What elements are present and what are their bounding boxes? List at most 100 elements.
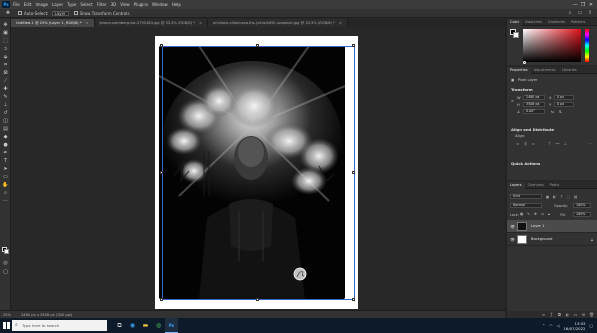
tab-adjustments[interactable]: Adjustments [531, 67, 559, 74]
filter-adjustment-icon[interactable]: ◐ [552, 194, 557, 199]
more-options-icon[interactable]: ⋯ [587, 141, 592, 146]
tab-paths[interactable]: Paths [547, 182, 563, 189]
align-left-icon[interactable]: ⫷ [515, 141, 520, 146]
width-field[interactable]: 2480 px [523, 95, 545, 100]
chrome-icon[interactable]: ◍ [152, 318, 165, 333]
tab-gradients[interactable]: Gradients [545, 19, 568, 26]
healing-brush-tool-icon[interactable]: ✚ [2, 86, 9, 92]
layer-name[interactable]: Background [531, 237, 552, 241]
align-bottom-icon[interactable]: ⊥ [563, 141, 568, 146]
close-icon[interactable]: ✕ [587, 2, 595, 8]
menu-3d[interactable]: 3D [111, 2, 117, 7]
new-layer-icon[interactable]: ⊞ [581, 312, 586, 317]
tab-channels[interactable]: Channels [525, 182, 547, 189]
filter-pixel-icon[interactable]: ▣ [545, 194, 550, 199]
tab-libraries[interactable]: Libraries [559, 67, 580, 74]
lock-image-icon[interactable]: ✎ [527, 212, 530, 216]
align-middle-icon[interactable]: ⊶ [555, 141, 560, 146]
file-explorer-icon[interactable]: ▬ [139, 318, 152, 333]
layer-kind-filter[interactable]: Kind [510, 194, 542, 199]
object-select-tool-icon[interactable]: ⬙ [2, 54, 9, 60]
auto-select-checkbox[interactable] [18, 11, 22, 15]
path-selection-tool-icon[interactable]: ➤ [2, 166, 9, 172]
opacity-field[interactable]: 100% [573, 203, 591, 208]
new-group-icon[interactable]: ▭ [573, 312, 578, 317]
fx-icon[interactable]: ƒ [549, 312, 554, 317]
lasso-tool-icon[interactable]: ↄ [2, 46, 9, 52]
history-brush-tool-icon[interactable]: ↺ [2, 110, 9, 116]
tab-color[interactable]: Color [507, 18, 523, 26]
adjustment-layer-icon[interactable]: ◐ [565, 312, 570, 317]
eyedropper-tool-icon[interactable]: ⟋ [2, 78, 9, 84]
background-color-swatch[interactable] [4, 249, 9, 254]
transform-bounding-box[interactable] [162, 46, 355, 300]
layer-row-background[interactable]: 👁︎ Background 🔒︎ [507, 233, 597, 246]
dodge-tool-icon[interactable]: ● [2, 142, 9, 148]
share-icon[interactable]: ⇪ [587, 10, 593, 16]
trash-icon[interactable]: 🗑︎ [589, 312, 594, 317]
taskbar-search[interactable]: ⌕ Type here to search [12, 320, 107, 331]
menu-filter[interactable]: Filter [97, 2, 107, 7]
transform-handle-bottom-left[interactable] [160, 298, 163, 301]
tab-properties[interactable]: Properties [507, 66, 531, 74]
menu-type[interactable]: Type [67, 2, 76, 7]
fill-field[interactable]: 100% [573, 212, 591, 217]
menu-help[interactable]: Help [172, 2, 181, 7]
network-icon[interactable]: ◠ [549, 323, 552, 328]
artboard-tool-icon[interactable]: ▣ [2, 30, 9, 36]
transform-section-title[interactable]: Transform [511, 87, 533, 92]
align-right-icon[interactable]: ⫸ [531, 141, 536, 146]
brush-tool-icon[interactable]: ✎ [2, 94, 9, 100]
color-picker-knob[interactable] [523, 61, 526, 64]
search-icon[interactable]: ⌕ [567, 10, 573, 16]
filter-shape-icon[interactable]: ⬚ [566, 194, 571, 199]
eraser-tool-icon[interactable]: ◫ [2, 118, 9, 124]
move-tool-icon[interactable]: ✥ [2, 22, 9, 28]
crop-tool-icon[interactable]: ⌗ [2, 62, 9, 68]
more-tools-icon[interactable]: ⋯ [2, 198, 9, 204]
quick-mask-icon[interactable]: ◎ [2, 260, 9, 266]
transform-handle-bottom-right[interactable] [352, 298, 355, 301]
menu-select[interactable]: Select [80, 2, 92, 7]
visibility-eye-icon[interactable]: 👁︎ [510, 237, 515, 242]
clock[interactable]: 13:03 16/07/2022 [564, 321, 586, 331]
hand-tool-icon[interactable]: ✋ [2, 182, 9, 188]
align-section-title[interactable]: Align and Distribute [511, 127, 554, 132]
frame-tool-icon[interactable]: ⊠ [2, 70, 9, 76]
blend-mode-dropdown[interactable]: Normal [510, 203, 542, 208]
zoom-tool-icon[interactable]: ⌕ [2, 190, 9, 196]
move-tool-preset-icon[interactable]: ✥ [4, 10, 12, 16]
tab-patterns[interactable]: Patterns [568, 19, 588, 26]
close-tab-icon[interactable]: × [339, 21, 342, 25]
task-view-icon[interactable]: ⧉ [113, 318, 126, 333]
zoom-level[interactable]: 25% [3, 313, 11, 317]
start-button[interactable] [0, 318, 12, 333]
transform-handle-top-right[interactable] [352, 44, 355, 47]
y-field[interactable]: 0 px [554, 102, 574, 107]
link-proportions-icon[interactable]: ∞ [511, 99, 514, 103]
hue-slider[interactable] [585, 29, 589, 62]
add-mask-icon[interactable]: ◘ [557, 312, 562, 317]
screen-mode-icon[interactable]: ▢ [2, 269, 9, 275]
transform-handle-top-left[interactable] [160, 44, 163, 47]
color-picker-field[interactable] [523, 29, 581, 62]
menu-view[interactable]: View [120, 2, 130, 7]
canvas-area[interactable] [11, 27, 505, 318]
flip-horizontal-icon[interactable]: ⇆ [551, 110, 554, 114]
auto-select-target-dropdown[interactable]: Layer [51, 10, 69, 16]
lock-position-icon[interactable]: ✥ [534, 212, 537, 216]
tab-swatches[interactable]: Swatches [522, 19, 545, 26]
visibility-eye-icon[interactable]: 👁︎ [510, 224, 515, 229]
tray-chevron-icon[interactable]: ⌃ [542, 323, 545, 328]
tab-untitled-1[interactable]: Untitled-1 @ 25% (Layer 1, RGB/8) * × [11, 19, 95, 27]
filter-smart-object-icon[interactable]: ▤ [573, 194, 578, 199]
close-tab-icon[interactable]: × [86, 21, 89, 25]
filter-type-icon[interactable]: T [559, 194, 564, 199]
photoshop-taskbar-icon[interactable]: Ps [165, 318, 178, 333]
flip-vertical-icon[interactable]: ⇅ [559, 110, 562, 114]
angle-field[interactable]: 0.00° [523, 109, 545, 114]
link-layers-icon[interactable]: ∞ [541, 312, 546, 317]
tab-emiliano-villanueva[interactable]: emiliano-villanueva-lhs-ysCw0bEEI-unspla… [208, 19, 348, 27]
close-tab-icon[interactable]: × [199, 21, 202, 25]
transform-handle-top-center[interactable] [256, 44, 259, 47]
